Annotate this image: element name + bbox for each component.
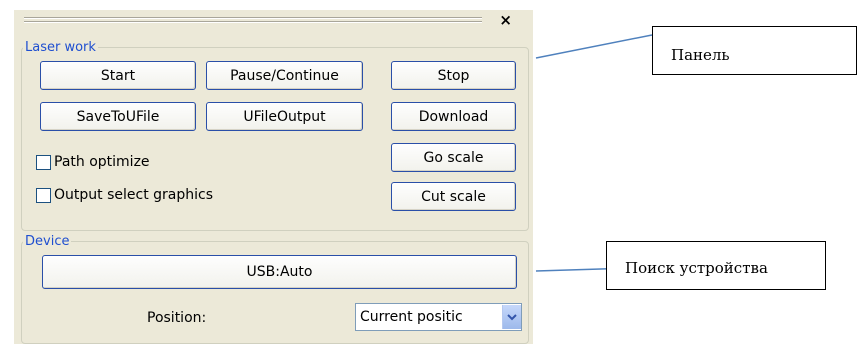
panel-callout-line <box>535 34 653 59</box>
device-search-callout: Поиск устройства <box>606 241 826 290</box>
panel-callout: Панель <box>652 26 857 75</box>
panel-callout-label: Панель <box>671 46 730 64</box>
device-search-callout-label: Поиск устройства <box>625 259 768 277</box>
